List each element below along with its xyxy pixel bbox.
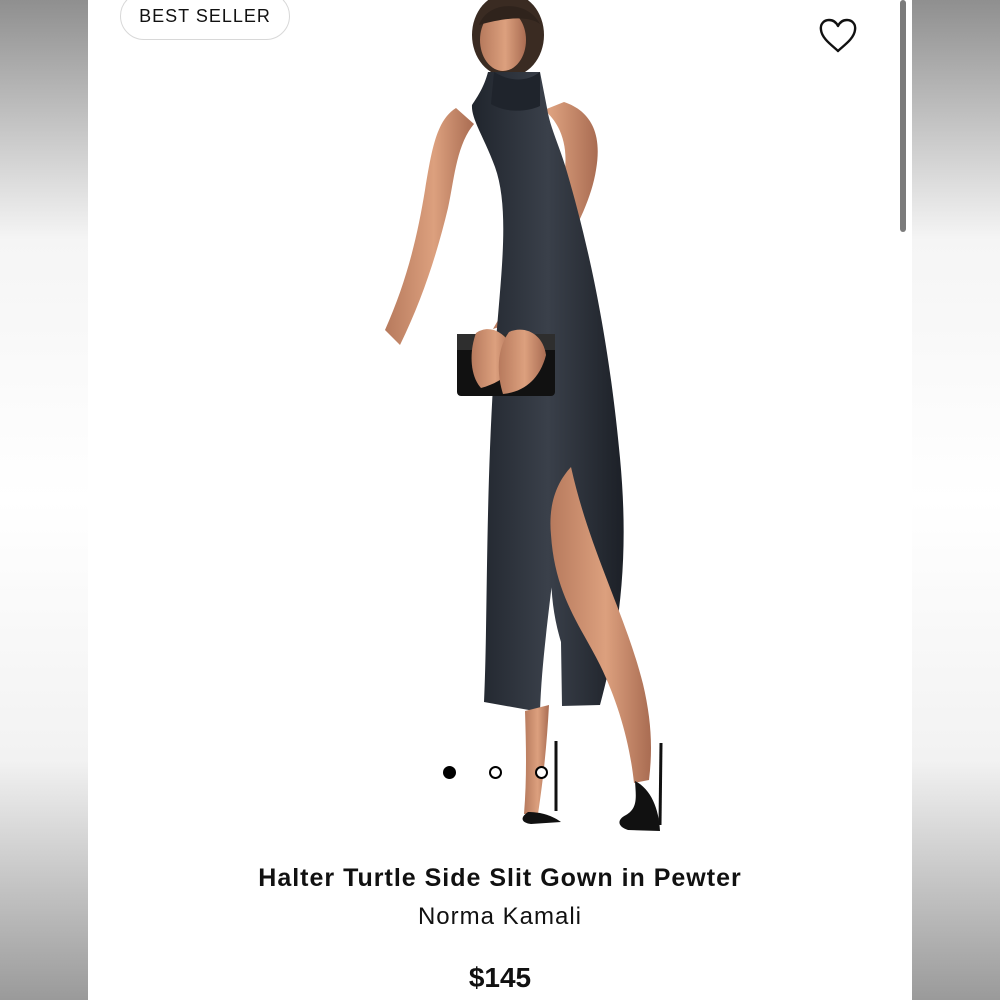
pager-dot-3[interactable]	[535, 766, 548, 779]
product-title: Halter Turtle Side Slit Gown in Pewter	[258, 864, 742, 892]
best-seller-badge: BEST SELLER	[120, 0, 290, 40]
left-blurred-background	[0, 0, 88, 1000]
pager-dot-1[interactable]	[443, 766, 456, 779]
image-pager	[443, 766, 548, 779]
scrollbar[interactable]	[900, 0, 906, 232]
heart-icon[interactable]	[818, 18, 858, 54]
product-price: $145	[468, 962, 532, 993]
product-detail-screen: BEST SELLER Halter Turtle Side Slit Gown…	[88, 0, 912, 1000]
product-image[interactable]	[333, 0, 673, 860]
product-brand[interactable]: Norma Kamali	[88, 903, 912, 931]
right-blurred-background	[912, 0, 1000, 1000]
pager-dot-2[interactable]	[489, 766, 502, 779]
